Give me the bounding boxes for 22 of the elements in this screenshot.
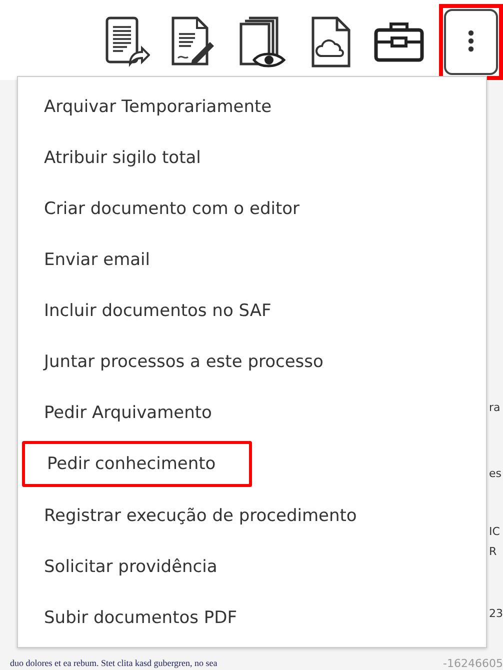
menu-item[interactable]: Enviar email [18,234,486,285]
menu-item[interactable]: Solicitar providência [18,541,486,592]
menu-item[interactable]: Juntar processos a este processo [18,336,486,387]
background-text: -16246605 [443,656,503,670]
background-text: ra [489,400,502,416]
menu-item[interactable]: Criar documento com o editor [18,183,486,234]
background-text: 23 [489,606,503,622]
document-share-icon [104,16,150,68]
menu-item[interactable]: Incluir documentos no SAF [18,285,486,336]
menu-item[interactable]: Arquivar Temporariamente [18,81,486,132]
briefcase-icon [374,20,424,64]
menu-item[interactable]: Registrar execução de procedimento [18,490,486,541]
more-button[interactable] [439,4,503,80]
menu-item[interactable]: Subir documentos PDF [18,592,486,643]
menu-item[interactable]: Pedir conhecimento [22,441,252,487]
menu-item[interactable]: Pedir Arquivamento [18,387,486,438]
menu-item[interactable]: Atribuir sigilo total [18,132,486,183]
background-text: duo dolores et ea rebum. Stet clita kasd gubergren, no sea [10,658,218,668]
background-text: es [489,466,502,482]
background-text: IC [489,524,501,540]
document-signature-icon [170,16,216,68]
background-text: R [489,544,498,560]
